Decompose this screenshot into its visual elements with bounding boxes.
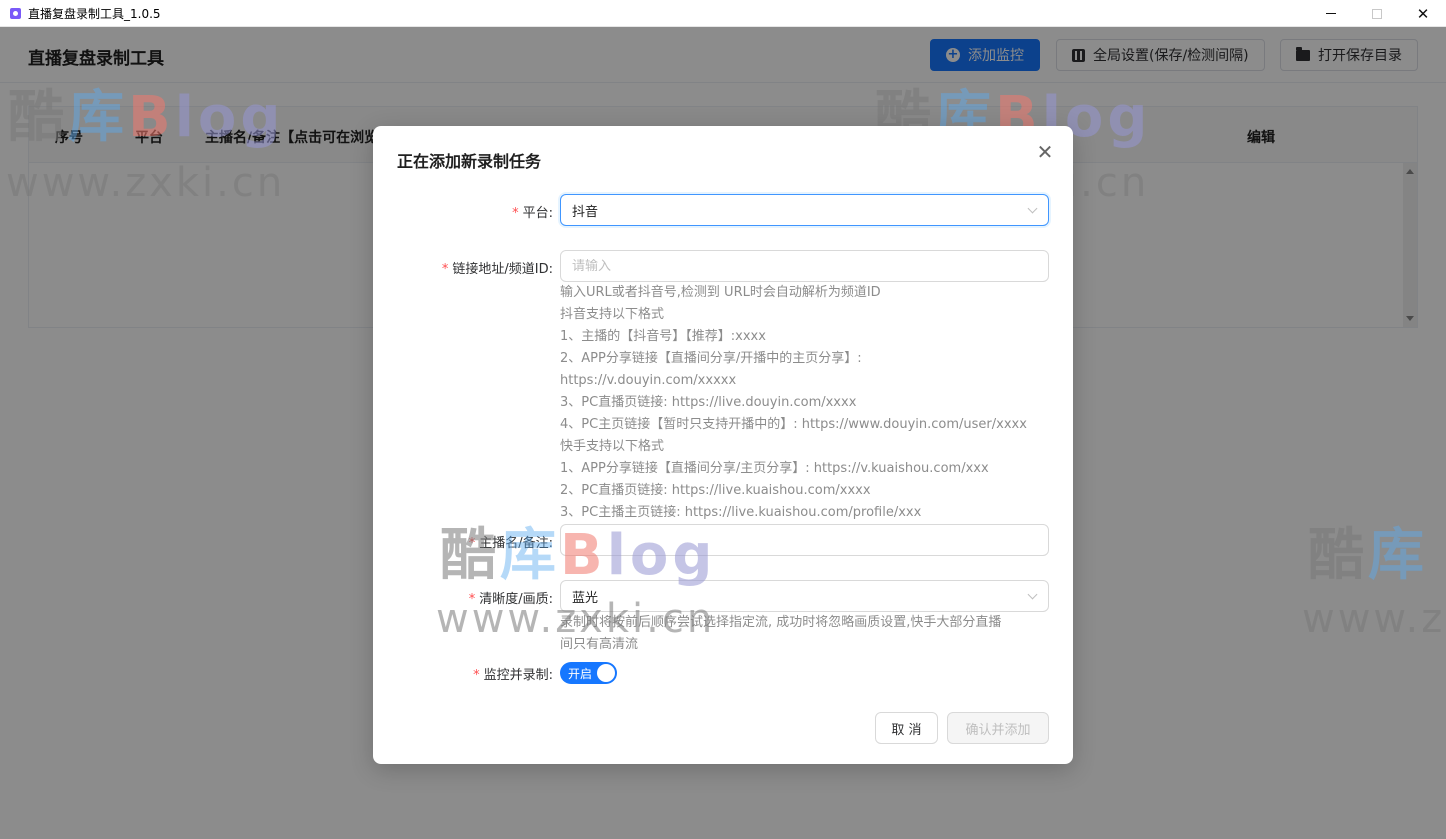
quality-help-text: 录制时将按前后顺序尝试选择指定流, 成功时将忽略画质设置,快手大部分直播 间只有…: [560, 612, 1049, 656]
form-row-monitor: * 监控并录制: 开启: [373, 660, 1073, 686]
close-icon: ✕: [1416, 4, 1430, 23]
name-label: * 主播名/备注:: [468, 536, 553, 551]
maximize-button[interactable]: [1354, 0, 1400, 27]
required-mark: *: [468, 536, 476, 551]
chevron-down-icon: [1027, 203, 1038, 214]
help-line: 快手支持以下格式: [560, 439, 665, 454]
required-mark: *: [473, 668, 480, 683]
minimize-button[interactable]: [1308, 0, 1354, 27]
chevron-down-icon: [1027, 589, 1038, 600]
help-line: 抖音支持以下格式: [560, 307, 665, 322]
name-input-wrapper: [560, 524, 1049, 556]
help-line: 3、PC主播主页链接: https://live.kuaishou.com/pr…: [560, 505, 922, 520]
name-input[interactable]: [572, 532, 1037, 548]
form-row-platform: * 平台: 抖音: [373, 194, 1073, 226]
dialog-title: 正在添加新录制任务: [397, 152, 542, 171]
help-line: 2、PC直播页链接: https://live.kuaishou.com/xxx…: [560, 483, 871, 498]
url-help-text: 输入URL或者抖音号,检测到 URL时会自动解析为频道ID 抖音支持以下格式 1…: [560, 282, 1049, 524]
form-row-name: * 主播名/备注:: [373, 524, 1073, 556]
window-controls: ✕: [1308, 0, 1446, 27]
close-icon: ✕: [1036, 140, 1054, 164]
help-line: 1、主播的【抖音号】【推荐】:xxxx: [560, 329, 766, 344]
required-mark: *: [468, 592, 476, 607]
url-label: * 链接地址/频道ID:: [441, 262, 553, 277]
platform-selected-value: 抖音: [572, 204, 599, 220]
monitor-label: * 监控并录制:: [473, 668, 553, 683]
add-task-dialog: 正在添加新录制任务 ✕ *平台: 抖音 *链接地址/频道ID: 输入URL或者抖…: [373, 126, 1073, 764]
minimize-icon: [1326, 13, 1336, 14]
platform-select[interactable]: 抖音: [560, 194, 1049, 226]
switch-knob: [597, 664, 615, 682]
help-line: 2、APP分享链接【直播间分享/开播中的主页分享】:: [560, 351, 862, 366]
help-line: 输入URL或者抖音号,检测到 URL时会自动解析为频道ID: [560, 285, 881, 300]
dialog-close-button[interactable]: ✕: [1035, 142, 1055, 162]
platform-label: * 平台:: [512, 206, 553, 221]
switch-on-text: 开启: [568, 667, 593, 681]
form-row-url: * 链接地址/频道ID:: [373, 250, 1073, 282]
close-window-button[interactable]: ✕: [1400, 0, 1446, 27]
quality-selected-value: 蓝光: [572, 590, 599, 606]
help-line: 1、APP分享链接【直播间分享/主页分享】: https://v.kuaisho…: [560, 461, 989, 476]
url-input-wrapper: [560, 250, 1049, 282]
quality-select[interactable]: 蓝光: [560, 580, 1049, 612]
window-titlebar: 直播复盘录制工具_1.0.5 ✕: [0, 0, 1446, 27]
help-line: 3、PC直播页链接: https://live.douyin.com/xxxx: [560, 395, 857, 410]
confirm-add-button[interactable]: 确认并添加: [947, 712, 1049, 744]
help-line: https://v.douyin.com/xxxxx: [560, 373, 737, 388]
required-mark: *: [512, 206, 519, 221]
monitor-record-switch[interactable]: 开启: [560, 662, 617, 684]
form-row-quality: * 清晰度/画质: 蓝光: [373, 580, 1073, 612]
app-icon: [10, 7, 21, 19]
required-mark: *: [441, 262, 449, 277]
url-input[interactable]: [572, 258, 1037, 274]
cancel-button[interactable]: 取 消: [875, 712, 938, 744]
help-line: 录制时将按前后顺序尝试选择指定流, 成功时将忽略画质设置,快手大部分直播: [560, 615, 1002, 630]
window-title: 直播复盘录制工具_1.0.5: [28, 6, 161, 21]
help-line: 间只有高清流: [560, 637, 639, 652]
quality-label: * 清晰度/画质:: [468, 592, 553, 607]
help-line: 4、PC主页链接【暂时只支持开播中的】: https://www.douyin.…: [560, 417, 1027, 432]
maximize-icon: [1372, 8, 1382, 19]
